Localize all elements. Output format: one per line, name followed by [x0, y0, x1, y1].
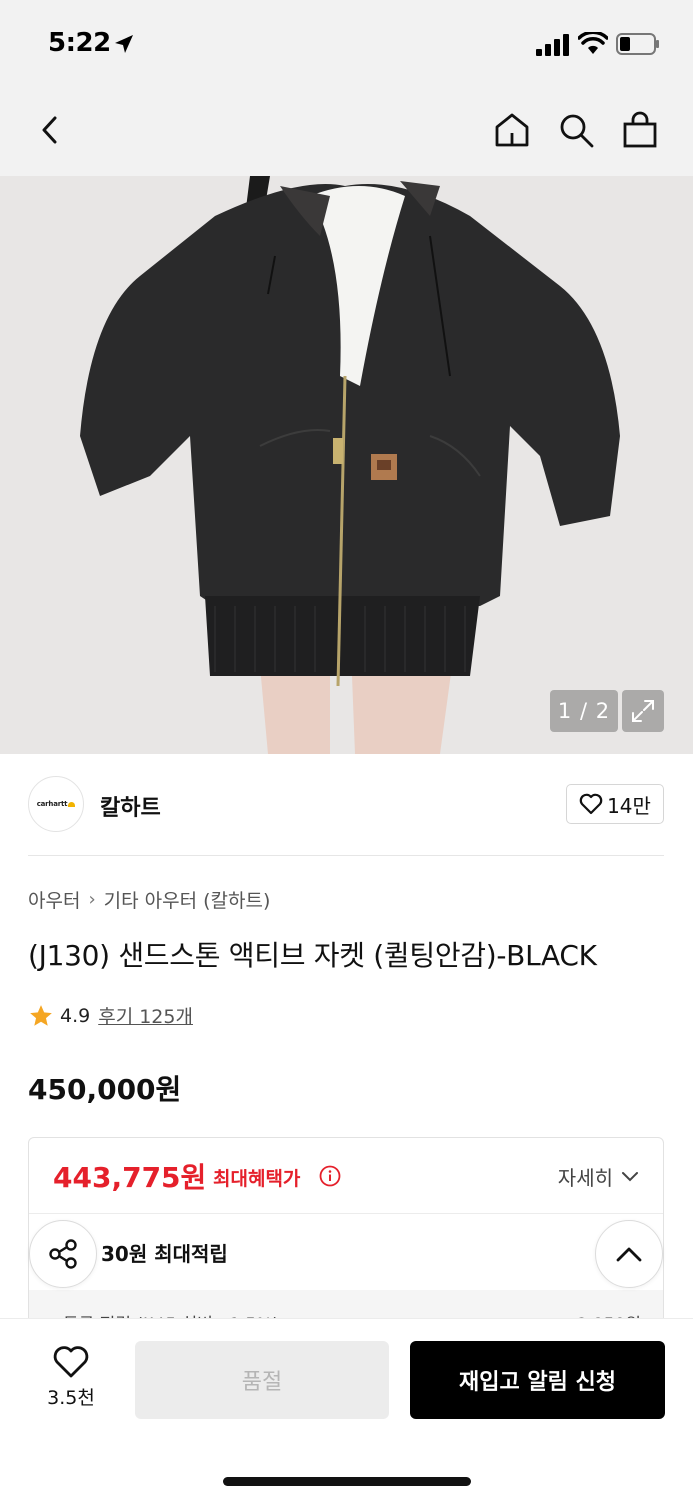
star-icon — [30, 1004, 52, 1026]
max-benefit-row[interactable]: 443,775원 최대혜택가 자세히 — [29, 1138, 663, 1214]
brand-logo[interactable]: carhartt — [28, 776, 84, 832]
carhartt-mark-icon — [68, 801, 76, 807]
soldout-button: 품절 — [135, 1341, 389, 1419]
brand-like-count: 14만 — [607, 793, 651, 818]
expand-icon[interactable] — [622, 690, 664, 732]
back-icon[interactable] — [28, 108, 72, 152]
chevron-right-icon: › — [88, 889, 96, 910]
heart-icon — [53, 1346, 89, 1378]
detail-toggle-label: 자세히 — [557, 1166, 613, 1190]
divider — [28, 855, 664, 856]
chevron-down-icon — [622, 1171, 638, 1181]
status-bar: 5:22 — [0, 0, 693, 88]
brand-row[interactable]: carhartt 칼하트 14만 — [28, 776, 664, 832]
shopping-bag-icon[interactable] — [618, 108, 662, 152]
original-price: 450,000원 — [28, 1073, 182, 1106]
restock-alert-button[interactable]: 재입고 알림 신청 — [410, 1341, 665, 1419]
status-time: 5:22 — [48, 28, 111, 58]
location-arrow-icon — [115, 35, 133, 53]
share-icon — [49, 1239, 77, 1269]
rating-row: 4.9 후기 125개 — [28, 1002, 193, 1029]
wish-button[interactable]: 3.5천 — [30, 1345, 112, 1415]
info-icon[interactable] — [319, 1165, 341, 1187]
points-label: 30원 최대적립 — [101, 1242, 228, 1266]
scroll-to-top-button[interactable] — [595, 1220, 663, 1288]
max-benefit-label: 최대혜택가 — [213, 1168, 301, 1190]
wish-count: 3.5천 — [47, 1387, 95, 1409]
brand-name[interactable]: 칼하트 — [100, 790, 161, 822]
detail-toggle-button[interactable]: 자세히 — [558, 1162, 639, 1191]
signal-icon — [536, 34, 569, 56]
heart-icon — [579, 793, 603, 815]
battery-icon — [616, 33, 659, 55]
max-benefit-price: 443,775원 — [53, 1161, 207, 1194]
wifi-icon — [578, 32, 608, 54]
breadcrumb: 아우터 › 기타 아우터 (칼하트) — [28, 886, 270, 913]
bottom-action-bar: 3.5천 품절 재입고 알림 신청 — [0, 1318, 693, 1500]
benefit-box: 443,775원 최대혜택가 자세히 30원 최대적립 등급 적립 (LV.5 … — [28, 1137, 664, 1337]
share-button[interactable] — [29, 1220, 97, 1288]
breadcrumb-category[interactable]: 아우터 — [28, 886, 80, 913]
chevron-up-icon — [616, 1247, 642, 1262]
home-icon[interactable] — [490, 108, 534, 152]
nav-bar — [0, 88, 693, 176]
product-title: (J130) 샌드스톤 액티브 자켓 (퀼팅안감)-BLACK — [28, 939, 597, 972]
brand-like-button[interactable]: 14만 — [566, 784, 664, 824]
gallery-page-indicator: 1 / 2 — [550, 690, 618, 732]
review-link[interactable]: 후기 125개 — [98, 1002, 193, 1029]
home-indicator — [223, 1477, 471, 1486]
search-icon[interactable] — [554, 108, 598, 152]
rating-value: 4.9 — [60, 1004, 91, 1027]
breadcrumb-subcategory[interactable]: 기타 아우터 (칼하트) — [104, 886, 271, 913]
product-image[interactable] — [0, 176, 693, 754]
